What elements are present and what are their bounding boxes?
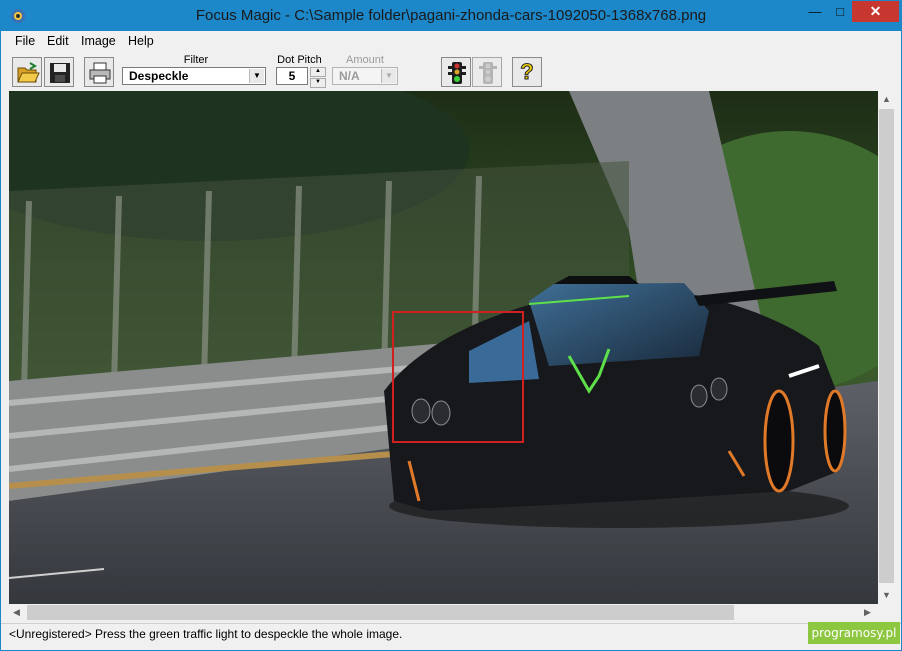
- menu-edit[interactable]: Edit: [47, 34, 69, 48]
- dot-pitch-input[interactable]: 5: [276, 67, 308, 85]
- stepper-up-icon[interactable]: ▲: [310, 67, 326, 77]
- car-photo: [9, 91, 878, 604]
- green-traffic-light-icon: [448, 62, 466, 84]
- scroll-up-icon[interactable]: ▲: [882, 94, 891, 104]
- title-bar[interactable]: Focus Magic - C:\Sample folder\pagani-zh…: [1, 1, 901, 31]
- scroll-right-icon[interactable]: ▶: [864, 607, 871, 618]
- stop-button: [472, 57, 502, 87]
- image-canvas[interactable]: [9, 91, 878, 604]
- amount-select: N/A ▼: [332, 67, 398, 85]
- chevron-down-icon[interactable]: ▼: [249, 69, 264, 83]
- amount-label: Amount: [346, 54, 384, 66]
- menu-help[interactable]: Help: [128, 34, 154, 48]
- watermark-logo: programosy.pl: [808, 622, 900, 644]
- filter-label: Filter: [183, 54, 209, 66]
- menu-image[interactable]: Image: [81, 34, 116, 48]
- print-button[interactable]: [84, 57, 114, 87]
- app-window: Focus Magic - C:\Sample folder\pagani-zh…: [0, 0, 902, 651]
- filter-select[interactable]: Despeckle ▼: [122, 67, 266, 85]
- horizontal-scroll-thumb[interactable]: [27, 605, 734, 620]
- floppy-disk-icon: [50, 63, 70, 83]
- stepper-down-icon[interactable]: ▼: [310, 78, 326, 88]
- amount-value: N/A: [339, 69, 360, 83]
- chevron-down-icon: ▼: [381, 69, 396, 83]
- vertical-scroll-thumb[interactable]: [879, 109, 894, 583]
- go-button[interactable]: [441, 57, 471, 87]
- open-folder-icon: [17, 62, 40, 83]
- vertical-scrollbar[interactable]: ▲ ▼: [878, 91, 895, 604]
- dot-pitch-label: Dot Pitch: [277, 54, 322, 66]
- horizontal-scrollbar[interactable]: ◀ ▶: [9, 604, 878, 621]
- maximize-button[interactable]: □: [828, 1, 852, 22]
- open-button[interactable]: [12, 57, 42, 87]
- close-button[interactable]: ✕: [852, 1, 899, 22]
- status-text: <Unregistered> Press the green traffic l…: [9, 627, 403, 641]
- grey-traffic-light-icon: [479, 62, 497, 84]
- printer-icon: [89, 62, 111, 84]
- status-bar: <Unregistered> Press the green traffic l…: [1, 623, 901, 643]
- scroll-down-icon[interactable]: ▼: [882, 590, 891, 600]
- save-button[interactable]: [44, 57, 74, 87]
- window-title: Focus Magic - C:\Sample folder\pagani-zh…: [195, 7, 707, 24]
- scroll-left-icon[interactable]: ◀: [13, 607, 20, 618]
- dot-pitch-stepper[interactable]: ▲ ▼: [310, 67, 326, 88]
- menu-file[interactable]: File: [15, 34, 35, 48]
- question-mark-icon[interactable]: ?: [512, 57, 542, 87]
- menu-bar: File Edit Image Help: [1, 31, 901, 52]
- toolbar: Filter Despeckle ▼ Dot Pitch 5 ▲ ▼ Amoun…: [1, 52, 901, 90]
- filter-value: Despeckle: [129, 69, 189, 83]
- minimize-button[interactable]: —: [802, 1, 828, 22]
